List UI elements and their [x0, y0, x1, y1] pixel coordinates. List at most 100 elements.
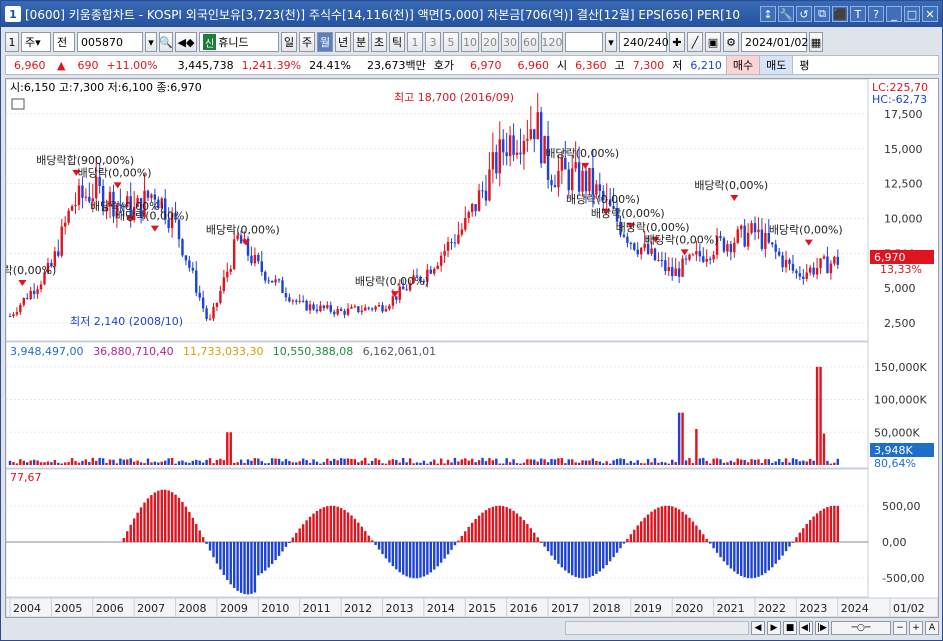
stock-name-field: 신 휴니드: [199, 32, 279, 52]
oscillator-bar: [671, 506, 674, 542]
oscillator-bar: [236, 542, 239, 591]
volume-bar: [112, 459, 115, 465]
volume-bar: [281, 461, 284, 465]
code-dropdown-icon[interactable]: ▾: [145, 32, 157, 52]
calendar-icon[interactable]: ▦: [809, 32, 823, 52]
volume-bar: [108, 459, 112, 465]
period-month[interactable]: 월: [317, 32, 333, 52]
save-icon[interactable]: ▣: [705, 32, 721, 52]
buy-button[interactable]: 매수: [725, 56, 760, 74]
count-20[interactable]: 20: [481, 32, 499, 52]
volume-bar: [408, 458, 412, 465]
play-icon[interactable]: ▶: [767, 621, 781, 635]
date-input[interactable]: 2024/01/02: [741, 32, 808, 52]
volume-bar: [101, 458, 105, 465]
help-icon[interactable]: ?: [868, 6, 884, 22]
volume-bar: [436, 463, 439, 465]
volume-tick-label: 100,000K: [874, 394, 927, 407]
x-tick-label: 2007: [137, 602, 165, 615]
oscillator-bar: [712, 542, 715, 549]
period-minute[interactable]: 분: [353, 32, 369, 52]
volume-bar: [777, 459, 781, 465]
tool-icon[interactable]: ✚: [669, 32, 685, 52]
sell-button[interactable]: 매도: [759, 56, 793, 74]
oscillator-bar: [377, 542, 381, 550]
layout-icon[interactable]: ⬛: [832, 6, 848, 22]
speaker-icon[interactable]: ◀◆: [175, 32, 197, 52]
count-5[interactable]: 5: [443, 32, 459, 52]
period-week[interactable]: 주: [299, 32, 315, 52]
count-3[interactable]: 3: [425, 32, 441, 52]
chart-svg[interactable]: 17,50015,00012,50010,0007,5005,0002,500 …: [0, 78, 939, 618]
period-second[interactable]: 초: [371, 32, 387, 52]
volume-bar: [370, 460, 374, 465]
zoom-in-icon[interactable]: +: [909, 621, 923, 635]
range-field[interactable]: 240/240: [619, 32, 669, 52]
volume-bar: [132, 461, 136, 465]
volume-bar: [384, 463, 388, 465]
volume-current-tag: 3,948K: [874, 444, 913, 457]
volume-bar: [229, 432, 232, 465]
oscillator-bar: [664, 505, 667, 542]
chart-area[interactable]: 17,50015,00012,50010,0007,5005,0002,500 …: [0, 78, 939, 618]
font-icon[interactable]: T: [850, 6, 866, 22]
volume-bar: [688, 458, 691, 465]
volume-bar: [8, 460, 12, 465]
period-day[interactable]: 일: [281, 32, 297, 52]
market-select[interactable]: 전: [53, 32, 75, 52]
minimize-icon[interactable]: _: [886, 6, 902, 22]
x-tick-label: 2005: [54, 602, 82, 615]
oscillator-bar: [457, 540, 460, 542]
candle-body: [343, 310, 346, 315]
settings-icon[interactable]: 🔧: [778, 6, 794, 22]
candle-body: [8, 316, 12, 318]
line-tool-icon[interactable]: ╱: [687, 32, 703, 52]
volume-bar: [298, 461, 301, 465]
chart-type-select[interactable]: 주 ▾: [21, 32, 51, 52]
rewind-icon[interactable]: ◀|: [799, 621, 813, 635]
candle-body: [222, 277, 226, 291]
stop-icon[interactable]: ■: [783, 621, 797, 635]
forward-icon[interactable]: |▶: [815, 621, 829, 635]
zoom-out-icon[interactable]: −: [893, 621, 907, 635]
search-icon[interactable]: 🔍: [159, 32, 173, 52]
oscillator-bar: [322, 507, 326, 542]
scroll-left-icon[interactable]: ◀: [751, 621, 765, 635]
zoom-slider[interactable]: ─○─: [831, 621, 891, 635]
average-button[interactable]: 평: [792, 56, 815, 74]
volume-bar: [505, 458, 508, 465]
gear-icon[interactable]: ⚙: [723, 32, 739, 52]
refresh-icon[interactable]: ↺: [796, 6, 812, 22]
count-60[interactable]: 60: [521, 32, 539, 52]
close-icon[interactable]: ✕: [922, 6, 938, 22]
candle-body: [481, 190, 484, 192]
horizontal-scrollbar[interactable]: [565, 621, 749, 635]
candle-body: [339, 309, 343, 311]
volume-tick-label: 150,000K: [874, 361, 927, 374]
custom-count-dropdown-icon[interactable]: ▾: [605, 32, 617, 52]
custom-count-input[interactable]: [565, 32, 603, 52]
period-year[interactable]: 년: [335, 32, 351, 52]
count-10[interactable]: 10: [461, 32, 479, 52]
candle-body: [22, 297, 26, 305]
screen-number[interactable]: 1: [5, 32, 19, 52]
oscillator-bar: [453, 542, 457, 546]
candle-body: [63, 222, 67, 227]
oscillator-bar: [643, 517, 646, 542]
font-size-icon[interactable]: A: [925, 621, 939, 635]
count-1[interactable]: 1: [407, 32, 423, 52]
volume-bar: [674, 462, 677, 465]
candle-body: [657, 260, 660, 262]
volume-bar: [336, 460, 339, 465]
oscillator-bar: [588, 542, 591, 578]
link-icon[interactable]: ↕: [760, 6, 776, 22]
maximize-icon[interactable]: □: [904, 6, 920, 22]
copy-icon[interactable]: ⧉: [814, 6, 830, 22]
oscillator-bar: [774, 542, 777, 564]
count-30[interactable]: 30: [501, 32, 519, 52]
grid-toggle-icon[interactable]: [11, 98, 25, 110]
count-120[interactable]: 120: [541, 32, 563, 52]
volume-bar: [533, 459, 536, 465]
period-tick[interactable]: 틱: [389, 32, 405, 52]
stock-code-input[interactable]: 005870: [77, 32, 143, 52]
